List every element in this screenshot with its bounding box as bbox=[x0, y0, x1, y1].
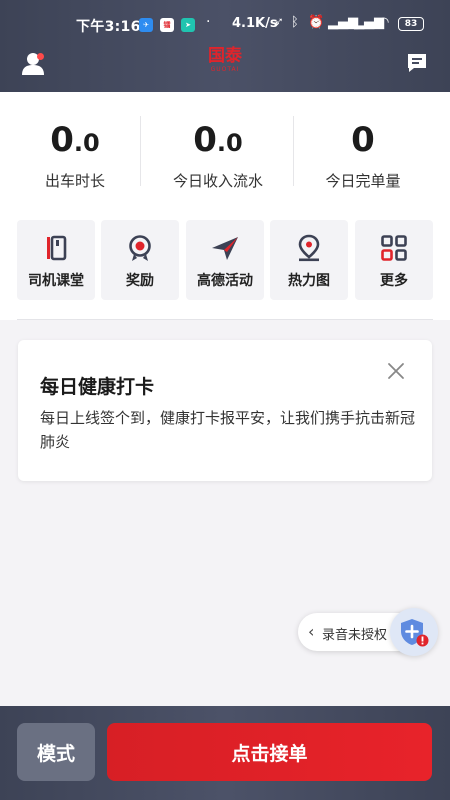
app-badge-icon: 镭 bbox=[160, 18, 174, 32]
stat-orders: 0 今日完单量 bbox=[288, 92, 438, 200]
accept-order-button[interactable]: 点击接单 bbox=[107, 723, 432, 781]
stat-income: 0.0 今日收入流水 bbox=[143, 92, 293, 200]
stat-label: 出车时长 bbox=[44, 172, 105, 190]
stat-value: 0.0 bbox=[0, 120, 150, 163]
stat-value-int: 0 bbox=[50, 120, 74, 160]
network-speed: 4.1K/s bbox=[232, 16, 278, 31]
brand-logo: 国泰 GUOTAI bbox=[200, 47, 250, 77]
notification-dot bbox=[37, 53, 44, 60]
location-icon: ➶ bbox=[273, 15, 284, 30]
stat-value-int: 0 bbox=[351, 120, 375, 160]
battery-icon: 83 bbox=[398, 17, 424, 31]
location-app-icon: ➤ bbox=[181, 18, 195, 32]
alarm-icon: ⏰ bbox=[308, 15, 325, 30]
quick-action-label: 更多 bbox=[380, 273, 408, 289]
stat-divider bbox=[140, 116, 141, 186]
quick-action-rewards[interactable]: 奖励 bbox=[101, 220, 179, 300]
stat-label: 今日完单量 bbox=[325, 172, 401, 190]
top-header: 下午3:16 ✈ 镭 ➤ · 4.1K/s ➶ ᛒ ⏰ ▂▄▆ ▂▄▆ ◠ 83… bbox=[0, 0, 450, 92]
bluetooth-icon: ᛒ bbox=[291, 15, 299, 30]
status-time: 下午3:16 bbox=[76, 19, 141, 35]
quick-action-driver-class[interactable]: 司机课堂 bbox=[17, 220, 95, 300]
stats-panel: 0.0 出车时长 0.0 今日收入流水 0 今日完单量 bbox=[0, 92, 450, 200]
user-profile-icon[interactable] bbox=[22, 52, 48, 76]
stat-value: 0 bbox=[288, 120, 438, 163]
permission-label: 录音未授权 bbox=[322, 628, 388, 643]
status-bar: 下午3:16 ✈ 镭 ➤ · 4.1K/s ➶ ᛒ ⏰ ▂▄▆ ▂▄▆ ◠ 83 bbox=[0, 14, 450, 36]
book-icon bbox=[47, 235, 67, 261]
paper-plane-icon bbox=[212, 237, 238, 260]
section-divider bbox=[17, 319, 433, 320]
map-pin-icon bbox=[298, 234, 320, 262]
quick-action-label: 奖励 bbox=[126, 273, 154, 289]
bottom-action-bar: 模式 点击接单 bbox=[0, 706, 450, 800]
stat-value: 0.0 bbox=[143, 120, 293, 163]
stat-value-frac: .0 bbox=[73, 129, 100, 157]
stat-value-frac: .0 bbox=[216, 129, 243, 157]
quick-action-heatmap[interactable]: 热力图 bbox=[270, 220, 348, 300]
chevron-left-icon: ‹ bbox=[308, 622, 315, 641]
stat-driving-time: 0.0 出车时长 bbox=[0, 92, 150, 200]
quick-action-label: 热力图 bbox=[288, 273, 330, 289]
stat-label: 今日收入流水 bbox=[172, 172, 263, 190]
security-shield-button[interactable] bbox=[390, 608, 438, 656]
grid-icon bbox=[381, 235, 407, 261]
wifi-icon: ◠ bbox=[378, 15, 390, 30]
close-icon[interactable] bbox=[387, 362, 405, 380]
quick-action-more[interactable]: 更多 bbox=[355, 220, 433, 300]
message-icon[interactable] bbox=[406, 52, 428, 74]
health-checkin-card[interactable]: 每日健康打卡 每日上线签个到，健康打卡报平安，让我们携手抗击新冠肺炎 bbox=[18, 340, 432, 481]
card-title: 每日健康打卡 bbox=[40, 376, 155, 398]
mode-button[interactable]: 模式 bbox=[17, 723, 95, 781]
status-dot: · bbox=[206, 14, 211, 30]
quick-actions-grid: 司机课堂 奖励 高德活动 热力图 更多 bbox=[17, 220, 433, 300]
app-notification-icon: ✈ bbox=[139, 18, 153, 32]
medal-icon bbox=[129, 235, 151, 261]
quick-action-amap-events[interactable]: 高德活动 bbox=[186, 220, 264, 300]
stat-value-int: 0 bbox=[193, 120, 217, 160]
card-body: 每日上线签个到，健康打卡报平安，让我们携手抗击新冠肺炎 bbox=[40, 409, 416, 451]
shield-alert-icon bbox=[401, 619, 429, 647]
quick-action-label: 司机课堂 bbox=[28, 273, 84, 289]
quick-action-label: 高德活动 bbox=[197, 273, 253, 289]
logo-text: 国泰 bbox=[208, 46, 242, 66]
logo-subtext: GUOTAI bbox=[210, 66, 240, 73]
